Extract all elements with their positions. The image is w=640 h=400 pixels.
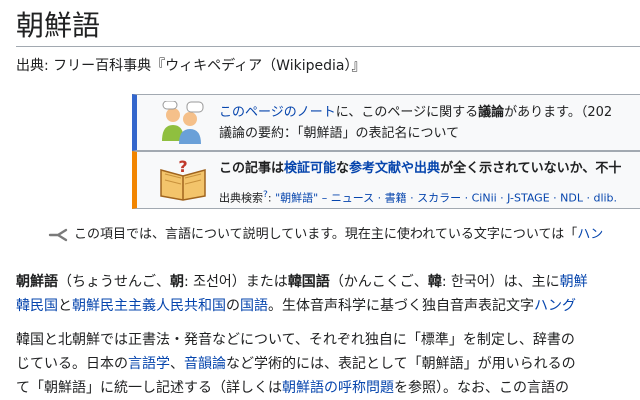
sources-link[interactable]: 参考文献や出典 [349, 161, 440, 176]
notice-summary: 議論の要約：「朝鮮語」の表記名について [219, 126, 460, 141]
open-book-question-icon: ? [160, 158, 206, 201]
south-korea-link[interactable]: 韓民国 [16, 298, 58, 314]
disambiguation-fork-icon [48, 228, 68, 241]
linguistics-link[interactable]: 言語学 [128, 356, 170, 372]
para2-line1: 韓国と北朝鮮では正書法・発音などについて、それぞれ独自に「標準」を制定し、辞書の [16, 332, 575, 348]
svg-text:?: ? [178, 158, 187, 176]
hangul-link[interactable]: ハン [577, 227, 603, 242]
source-line: 出典: フリー百科事典『ウィキペディア（Wikipedia）』 [16, 58, 366, 74]
phonology-link[interactable]: 音韻論 [184, 356, 226, 372]
warning-text: この記事は検証可能な参考文献や出典が全く示されていないか、不十 [219, 161, 622, 176]
para2-line3: て「朝鮮語」に統一し記述する（詳しくは朝鮮語の呼称問題を参照）。なお、この言語の [16, 380, 569, 396]
source-search-help-link[interactable]: ? [263, 189, 268, 200]
page-title: 朝鮮語 [16, 9, 101, 42]
intro-paragraph-line2: 韓民国と朝鮮民主主義人民共和国の国語。生体音声科学に基づく独自音声表記文字ハング [16, 298, 576, 314]
discussion-people-icon [162, 101, 204, 144]
national-language-link[interactable]: 国語 [240, 298, 268, 314]
para2-line2: じている。日本の言語学、音韻論など学術的には、表記として「朝鮮語」が用いられるの [16, 356, 576, 372]
talk-notice-box: このページのノートに、このページに関する議論があります。（202 議論の要約：「… [132, 94, 640, 151]
hangul-script-link[interactable]: ハング [534, 298, 576, 314]
korean-peninsula-link[interactable]: 朝鮮 [560, 274, 588, 290]
intro-paragraph-line1: 朝鮮語（ちょうせんご、朝: 조선어）または韓国語（かんこくご、韓: 한국어）は、… [16, 274, 588, 290]
unsourced-warning-box: ? この記事は検証可能な参考文献や出典が全く示されていないか、不十 出典検索?:… [132, 151, 640, 209]
source-search-links[interactable]: "朝鮮語" – ニュース · 書籍 · スカラー · CiNii · J-STA… [275, 192, 617, 205]
source-search-line: 出典検索?: "朝鮮語" – ニュース · 書籍 · スカラー · CiNii … [219, 189, 618, 205]
notice-line1: このページのノートに、このページに関する議論があります。（202 [219, 105, 613, 120]
north-korea-link[interactable]: 朝鮮民主主義人民共和国 [72, 298, 226, 314]
talk-page-link[interactable]: このページのノート [219, 105, 336, 120]
naming-dispute-link[interactable]: 朝鮮語の呼称問題 [282, 380, 394, 396]
title-divider [16, 46, 640, 47]
verifiability-link[interactable]: 検証可能 [284, 161, 336, 176]
hatnote: この項目では、言語について説明しています。現在主に使われている文字については「ハ… [48, 224, 603, 246]
